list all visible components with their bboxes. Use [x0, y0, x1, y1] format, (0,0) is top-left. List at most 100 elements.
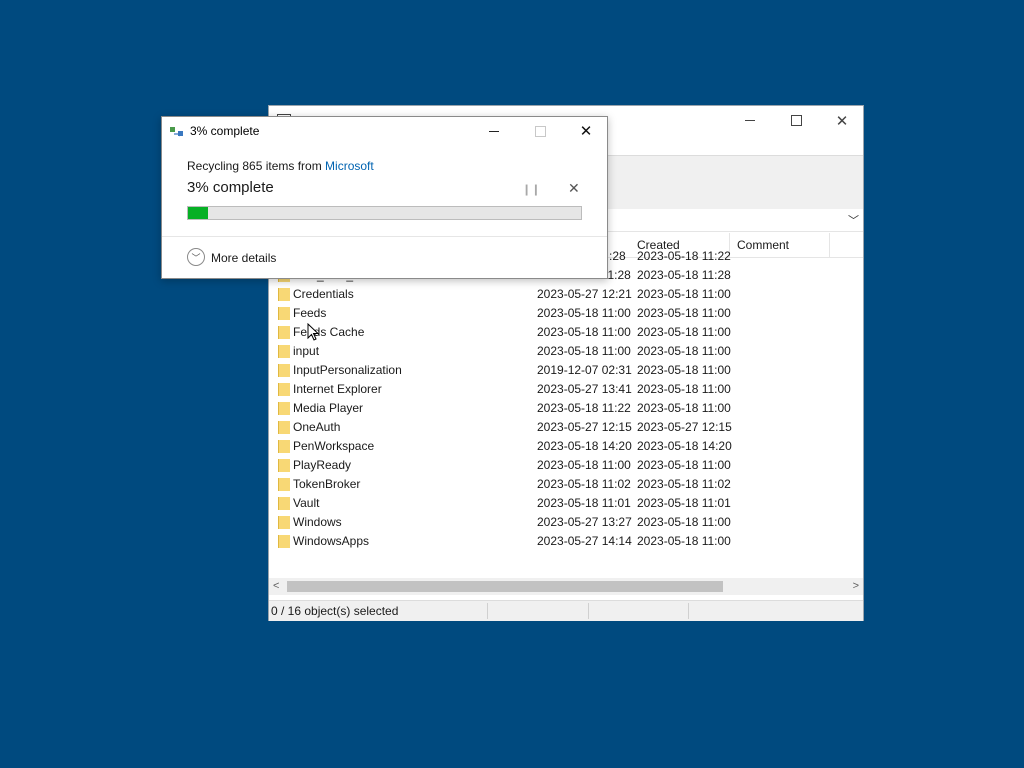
status-text: 0 / 16 object(s) selected — [271, 604, 399, 618]
file-modified: 2023-05-18 11:00 — [537, 344, 631, 358]
cancel-icon[interactable]: ✕ — [568, 180, 580, 197]
list-item[interactable]: Feeds Cache 2023-05-18 11:00 2023-05-18 11… — [269, 323, 863, 342]
file-created: 2023-05-18 11:00 — [637, 287, 731, 301]
list-item[interactable]: InputPersonalization 2019-12-07 02:31 2023… — [269, 361, 863, 380]
folder-icon — [278, 421, 290, 434]
file-created: 2023-05-18 11:00 — [637, 534, 731, 548]
scroll-right-icon[interactable]: > — [853, 580, 859, 592]
file-created: 2023-05-18 14:20 — [637, 439, 732, 453]
list-item[interactable]: PenWorkspace 2023-05-18 14:20 2023-05-18 1… — [269, 437, 863, 456]
file-modified: 2023-05-27 13:27 — [537, 515, 632, 529]
horizontal-scrollbar[interactable]: < > — [269, 578, 863, 595]
folder-icon — [278, 478, 290, 491]
progress-dialog[interactable]: 3% complete ✕ Recycling 865 items from M… — [161, 116, 608, 279]
file-modified: 2023-05-18 11:00 — [537, 306, 631, 320]
file-created: 2023-05-18 11:00 — [637, 306, 731, 320]
file-modified: 2023-05-18 11:01 — [537, 496, 631, 510]
list-item[interactable]: Credentials 2023-05-27 12:21 2023-05-18 11… — [269, 285, 863, 304]
file-name: Internet Explorer — [293, 382, 382, 396]
progress-fill — [188, 207, 208, 219]
file-modified: :28 — [609, 249, 626, 263]
file-created: 2023-05-18 11:00 — [637, 363, 731, 377]
more-details-button[interactable]: More details — [211, 251, 276, 265]
dialog-maximize-button — [517, 117, 563, 145]
operation-text: Recycling 865 items from — [187, 159, 326, 173]
maximize-icon — [790, 115, 802, 126]
list-item[interactable]: Feeds 2023-05-18 11:00 2023-05-18 11:00 — [269, 304, 863, 323]
file-name: Feeds — [293, 306, 327, 320]
file-modified: 2023-05-18 11:00 — [537, 458, 631, 472]
file-name: PenWorkspace — [293, 439, 375, 453]
list-item[interactable]: input 2023-05-18 11:00 2023-05-18 11:00 — [269, 342, 863, 361]
list-item[interactable]: OneAuth 2023-05-27 12:15 2023-05-27 12:15 — [269, 418, 863, 437]
chevron-down-icon[interactable]: ﹀ — [848, 212, 859, 228]
file-created: 2023-05-18 11:02 — [637, 477, 731, 491]
list-item[interactable]: PlayReady 2023-05-18 11:00 2023-05-18 11:0… — [269, 456, 863, 475]
maximize-icon — [534, 125, 546, 137]
file-name: Feeds Cache — [293, 325, 365, 339]
list-item[interactable]: Windows 2023-05-27 13:27 2023-05-18 11:00 — [269, 513, 863, 532]
scroll-thumb[interactable] — [287, 581, 723, 592]
operation-description: Recycling 865 items from Microsoft — [187, 159, 374, 173]
status-divider — [688, 603, 689, 619]
file-modified: 2023-05-18 11:02 — [537, 477, 631, 491]
file-modified: 2023-05-18 11:22 — [537, 401, 631, 415]
dialog-minimize-button[interactable] — [471, 117, 517, 145]
file-name: OneAuth — [293, 420, 341, 434]
dialog-title: 3% complete — [190, 124, 260, 138]
file-name: Media Player — [293, 401, 364, 415]
file-name: Credentials — [293, 287, 354, 301]
list-item[interactable]: Media Player 2023-05-18 11:22 2023-05-18 1… — [269, 399, 863, 418]
minimize-icon — [489, 130, 499, 132]
progress-percent-label: 3% complete — [187, 179, 274, 196]
folder-icon — [278, 326, 290, 339]
file-modified: 2019-12-07 02:31 — [537, 363, 632, 377]
desktop: ✕ ﹀ Created Comment :28 2023-05-18 11:22… — [0, 0, 1024, 768]
file-created: 2023-05-27 12:15 — [637, 420, 732, 434]
chevron-down-icon[interactable]: ﹀ — [187, 248, 205, 266]
file-modified: 2023-05-27 12:21 — [537, 287, 632, 301]
recycle-progress-icon — [170, 127, 183, 137]
list-item[interactable]: Internet Explorer 2023-05-27 13:41 2023-05… — [269, 380, 863, 399]
folder-icon — [278, 440, 290, 453]
progress-bar — [187, 206, 582, 220]
file-modified: 2023-05-27 14:14 — [537, 534, 632, 548]
file-name: Windows — [293, 515, 342, 529]
folder-icon — [278, 535, 290, 548]
scroll-left-icon[interactable]: < — [273, 580, 279, 592]
folder-icon — [278, 516, 290, 529]
status-divider — [487, 603, 488, 619]
file-created: 2023-05-18 11:00 — [637, 458, 731, 472]
status-bar: 0 / 16 object(s) selected — [269, 600, 863, 621]
list-item[interactable]: TokenBroker 2023-05-18 11:02 2023-05-18 11… — [269, 475, 863, 494]
dialog-divider — [162, 236, 607, 237]
file-created: 2023-05-18 11:00 — [637, 344, 731, 358]
minimize-icon — [745, 120, 755, 121]
folder-icon — [278, 288, 290, 301]
file-created: 2023-05-18 11:22 — [637, 249, 731, 263]
file-modified: 2023-05-18 11:00 — [537, 325, 631, 339]
minimize-button[interactable] — [727, 106, 773, 135]
source-folder-link[interactable]: Microsoft — [325, 159, 374, 173]
file-modified: 2023-05-27 12:15 — [537, 420, 632, 434]
file-created: 2023-05-18 11:00 — [637, 325, 731, 339]
file-modified: 2023-05-27 13:41 — [537, 382, 632, 396]
file-name: input — [293, 344, 320, 358]
status-divider — [588, 603, 589, 619]
folder-icon — [278, 364, 290, 377]
close-button[interactable]: ✕ — [819, 106, 865, 135]
dialog-close-button[interactable]: ✕ — [563, 117, 609, 145]
folder-icon — [278, 383, 290, 396]
list-item[interactable]: WindowsApps 2023-05-27 14:14 2023-05-18 11… — [269, 532, 863, 551]
file-name: WindowsApps — [293, 534, 370, 548]
folder-icon — [278, 402, 290, 415]
folder-icon — [278, 497, 290, 510]
folder-icon — [278, 345, 290, 358]
pause-icon[interactable]: ❙❙ — [522, 183, 540, 196]
file-name: TokenBroker — [293, 477, 361, 491]
folder-icon — [278, 459, 290, 472]
list-item[interactable]: Vault 2023-05-18 11:01 2023-05-18 11:01 — [269, 494, 863, 513]
close-icon: ✕ — [835, 112, 849, 130]
maximize-button[interactable] — [773, 106, 819, 135]
file-name: PlayReady — [293, 458, 352, 472]
